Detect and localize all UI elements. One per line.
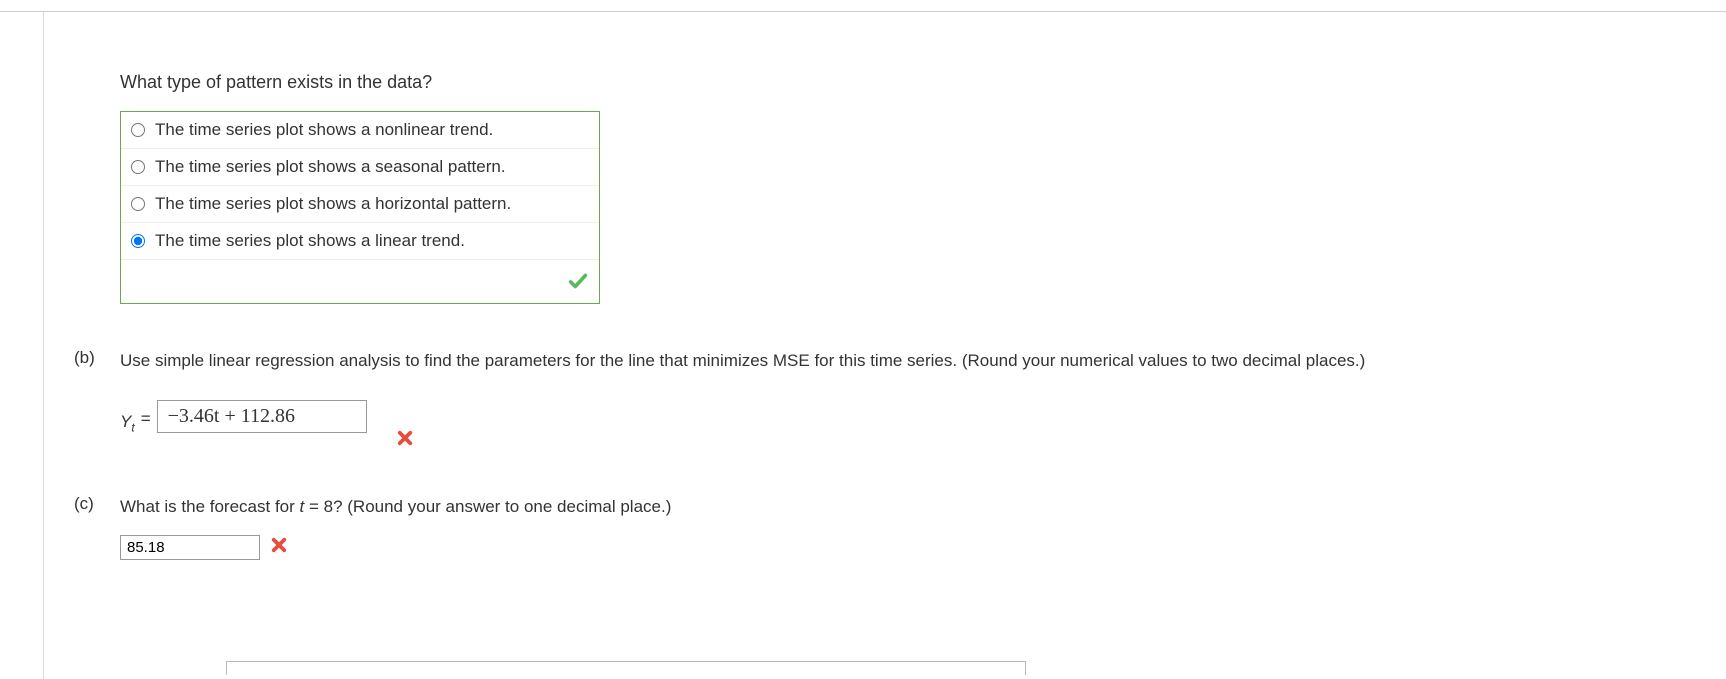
radio-label-4: The time series plot shows a linear tren…	[155, 231, 465, 251]
part-b-prompt: Use simple linear regression analysis to…	[120, 348, 1666, 374]
cross-icon	[396, 429, 414, 452]
radio-label-2: The time series plot shows a seasonal pa…	[155, 157, 506, 177]
top-divider	[0, 0, 1726, 12]
cross-icon	[270, 536, 288, 559]
radio-label-1: The time series plot shows a nonlinear t…	[155, 120, 493, 140]
part-b-label: (b)	[74, 348, 120, 368]
radio-input-1[interactable]	[131, 123, 145, 137]
equals-sign: =	[141, 409, 151, 429]
radio-option-1[interactable]: The time series plot shows a nonlinear t…	[121, 112, 599, 149]
radio-input-3[interactable]	[131, 197, 145, 211]
part-c-prompt: What is the forecast for t = 8? (Round y…	[120, 494, 1666, 520]
check-icon	[567, 270, 589, 297]
radio-group-pattern: The time series plot shows a nonlinear t…	[120, 111, 600, 304]
regression-answer-input[interactable]: −3.46t + 112.86	[157, 400, 367, 433]
radio-option-4[interactable]: The time series plot shows a linear tren…	[121, 223, 599, 260]
part-c-label: (c)	[74, 494, 120, 514]
y-sub-t: Yt	[120, 412, 135, 434]
radio-option-2[interactable]: The time series plot shows a seasonal pa…	[121, 149, 599, 186]
left-divider	[43, 12, 44, 679]
radio-label-3: The time series plot shows a horizontal …	[155, 194, 511, 214]
forecast-answer-input[interactable]	[120, 535, 260, 560]
question-a-prompt: What type of pattern exists in the data?	[120, 72, 1666, 93]
radio-input-4[interactable]	[131, 234, 145, 248]
radio-input-2[interactable]	[131, 160, 145, 174]
bottom-partial-box	[226, 661, 1026, 675]
radio-option-3[interactable]: The time series plot shows a horizontal …	[121, 186, 599, 223]
